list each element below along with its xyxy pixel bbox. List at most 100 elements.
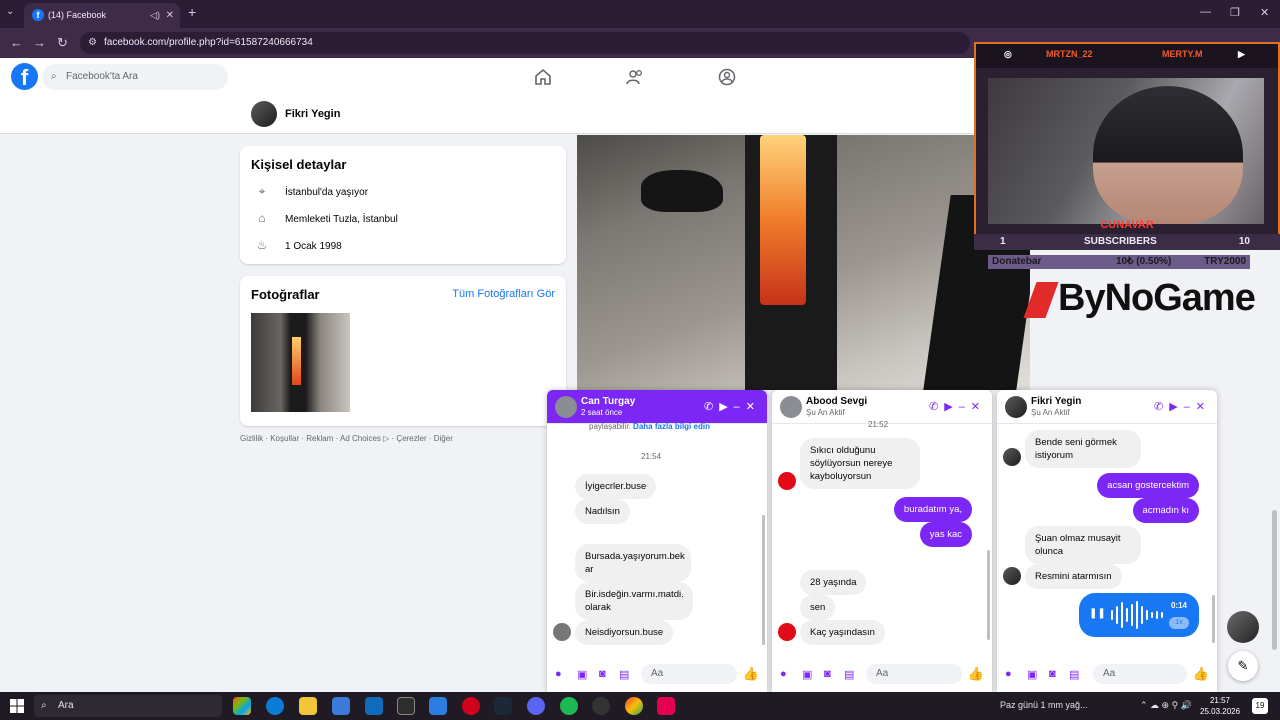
home-nav-icon[interactable] — [533, 67, 553, 87]
chat-contact-name[interactable]: Can Turgay — [581, 396, 635, 407]
chat-header[interactable]: Abood Sevgi Şu An Aktif ✆▶–✕ — [772, 390, 992, 424]
chat-header[interactable]: Can Turgay 2 saat önce ✆▶–✕ — [547, 390, 767, 424]
profile-avatar[interactable] — [251, 101, 277, 127]
phone-icon[interactable]: ✆ — [1154, 401, 1169, 413]
video-icon[interactable]: ▶ — [719, 401, 733, 413]
phone-icon[interactable]: ✆ — [704, 401, 719, 413]
taskbar-search[interactable]: ⌕ Ara — [34, 695, 222, 717]
phone-icon[interactable]: ✆ — [929, 401, 944, 413]
voice-message[interactable]: ❚❚ 0:14 1x — [1079, 593, 1199, 637]
windows-start-icon[interactable] — [10, 699, 24, 713]
gif-icon[interactable]: ▤ — [844, 668, 854, 681]
facebook-search-input[interactable]: ⌕ Facebook'ta Ara — [42, 64, 228, 90]
image-icon[interactable]: ▣ — [1027, 668, 1037, 681]
minimize-chat-icon[interactable]: – — [1184, 401, 1196, 413]
minimize-icon[interactable]: — — [1200, 6, 1211, 18]
window-close-icon[interactable]: ✕ — [1260, 6, 1269, 19]
weather-widget[interactable]: Paz günü 1 mm yağ... — [1000, 700, 1088, 710]
chat-actions[interactable]: ✆▶–✕ — [929, 400, 986, 413]
close-tab-icon[interactable]: ✕ — [166, 3, 174, 28]
footer-links[interactable]: Gizlilik · Koşullar · Reklam · Ad Choice… — [240, 434, 453, 443]
facebook-logo[interactable]: f — [11, 63, 38, 90]
obs-app-icon[interactable] — [592, 697, 610, 715]
main-photo[interactable] — [577, 135, 1030, 390]
chat-header[interactable]: Fikri Yegin Şu An Aktif ✆▶–✕ — [997, 390, 1217, 424]
microphone-icon[interactable]: ● — [780, 668, 787, 680]
friends-nav-icon[interactable] — [625, 67, 645, 87]
reload-icon[interactable]: ↻ — [57, 35, 68, 51]
back-icon[interactable]: ← — [10, 35, 23, 50]
gif-icon[interactable]: ▤ — [1069, 668, 1079, 681]
chat-actions[interactable]: ✆▶–✕ — [704, 400, 761, 413]
profile-name[interactable]: Fikri Yegin — [285, 108, 340, 120]
spotify-app-icon[interactable] — [560, 697, 578, 715]
chat-scrollbar[interactable] — [987, 550, 990, 640]
tab-search-button[interactable]: ⌄ — [6, 6, 14, 17]
speaker-icon[interactable]: ◁) — [150, 3, 160, 28]
sticker-icon[interactable]: ◙ — [599, 668, 606, 680]
video-icon[interactable]: ▶ — [944, 401, 958, 413]
video-icon[interactable]: ▶ — [1169, 401, 1183, 413]
restore-icon[interactable]: ❐ — [1230, 6, 1240, 19]
image-icon[interactable]: ▣ — [577, 668, 587, 681]
site-info-icon[interactable]: ⚙ — [88, 32, 97, 54]
store-app-icon[interactable] — [332, 697, 350, 715]
message-input[interactable]: Aa — [641, 664, 737, 684]
gif-icon[interactable]: ▤ — [619, 668, 629, 681]
opera-app-icon[interactable] — [462, 697, 480, 715]
copilot-app-icon[interactable] — [233, 697, 251, 715]
photo-thumbnail[interactable] — [251, 313, 350, 412]
browser-tab[interactable]: f (14) Facebook ◁) ✕ — [24, 3, 180, 28]
edge-app-icon[interactable] — [266, 697, 284, 715]
new-tab-button[interactable]: + — [188, 4, 196, 20]
image-icon[interactable]: ▣ — [802, 668, 812, 681]
see-all-photos-link[interactable]: Tüm Fotoğrafları Gör — [452, 288, 555, 300]
like-icon[interactable]: 👍 — [1193, 666, 1209, 682]
page-scrollbar[interactable] — [1272, 510, 1277, 650]
file-explorer-icon[interactable] — [299, 697, 317, 715]
forward-icon[interactable]: → — [33, 35, 46, 50]
chat-contact-name[interactable]: Abood Sevgi — [806, 396, 867, 407]
microphone-icon[interactable]: ● — [555, 668, 562, 680]
tiktok-app-icon[interactable] — [657, 697, 675, 715]
chat-scrollbar[interactable] — [762, 515, 765, 645]
notification-badge[interactable]: 19 — [1252, 698, 1268, 714]
voice-speed-button[interactable]: 1x — [1169, 617, 1189, 629]
close-chat-icon[interactable]: ✕ — [746, 401, 761, 413]
learn-more-link[interactable]: Daha fazla bilgi edin — [633, 422, 710, 431]
details-title: Kişisel detaylar — [251, 157, 347, 172]
pause-icon[interactable]: ❚❚ — [1089, 608, 1106, 619]
close-chat-icon[interactable]: ✕ — [971, 401, 986, 413]
vscode-app-icon[interactable] — [429, 697, 447, 715]
system-tray-icons[interactable]: ⌃ ☁ ⊕ ⚲ 🔊 — [1140, 700, 1192, 711]
sticker-icon[interactable]: ◙ — [1049, 668, 1056, 680]
chat-scrollbar[interactable] — [1212, 595, 1215, 643]
steam-app-icon[interactable] — [494, 697, 512, 715]
groups-nav-icon[interactable] — [717, 67, 737, 87]
chat-avatar[interactable] — [780, 396, 802, 418]
minimize-chat-icon[interactable]: – — [959, 401, 971, 413]
like-icon[interactable]: 👍 — [743, 666, 759, 682]
message-input[interactable]: Aa — [1093, 664, 1187, 684]
message-outgoing: yas kac — [919, 522, 972, 547]
url-input[interactable]: ⚙ facebook.com/profile.php?id=6158724066… — [80, 32, 970, 54]
chrome-app-icon[interactable] — [625, 697, 643, 715]
outlook-app-icon[interactable] — [365, 697, 383, 715]
chat-avatar[interactable] — [1005, 396, 1027, 418]
new-message-button[interactable]: ✎ — [1228, 651, 1258, 681]
floating-chat-avatar[interactable] — [1227, 611, 1259, 643]
handle-left: MRTZN_22 — [1046, 49, 1093, 59]
minimize-chat-icon[interactable]: – — [734, 401, 746, 413]
microphone-icon[interactable]: ● — [1005, 668, 1012, 680]
subs-label: SUBSCRIBERS — [1084, 236, 1157, 247]
security-app-icon[interactable] — [397, 697, 415, 715]
discord-app-icon[interactable] — [527, 697, 545, 715]
message-input[interactable]: Aa — [866, 664, 962, 684]
chat-contact-name[interactable]: Fikri Yegin — [1031, 396, 1081, 407]
taskbar-clock[interactable]: 21:57 25.03.2026 — [1200, 695, 1240, 717]
chat-avatar[interactable] — [555, 396, 577, 418]
close-chat-icon[interactable]: ✕ — [1196, 401, 1211, 413]
like-icon[interactable]: 👍 — [968, 666, 984, 682]
sticker-icon[interactable]: ◙ — [824, 668, 831, 680]
chat-actions[interactable]: ✆▶–✕ — [1154, 400, 1211, 413]
